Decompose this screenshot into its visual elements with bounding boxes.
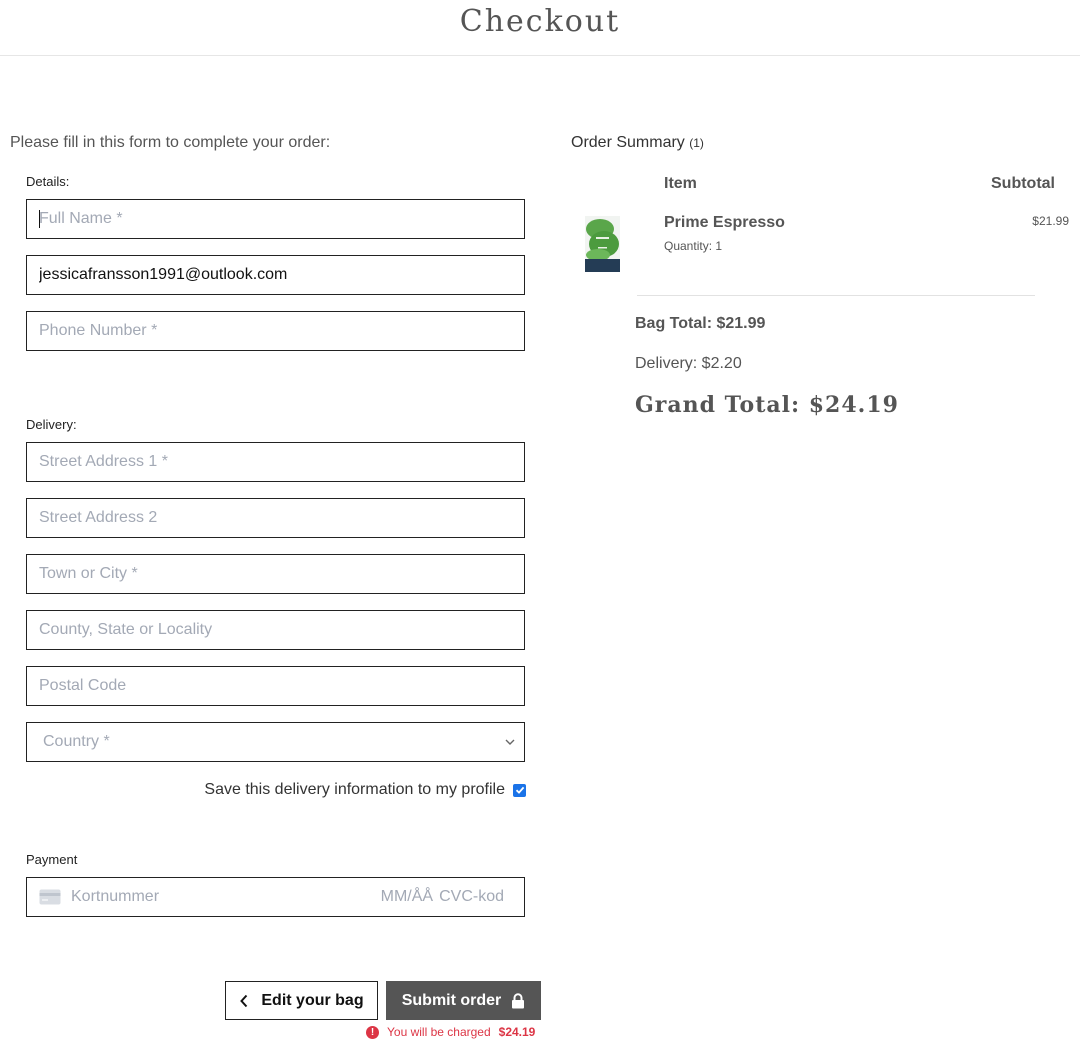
edit-bag-label: Edit your bag [261,991,364,1009]
page-title: Checkout [459,4,621,39]
card-input[interactable]: Kortnummer MM/ÅÅ CVC-kod [26,877,525,917]
save-info-label: Save this delivery information to my pro… [204,781,505,798]
chevron-left-icon [240,994,248,1007]
product-thumbnail[interactable] [585,216,620,272]
edit-bag-button[interactable]: Edit your bag [225,981,378,1020]
country-select[interactable]: Country * [26,722,525,762]
subtotal-column-header: Subtotal [991,175,1055,192]
order-summary-label: Order Summary [571,134,685,151]
lock-icon [512,992,525,1008]
county-input[interactable] [26,610,525,650]
order-summary-title: Order Summary (1) [571,134,704,152]
charge-notice: ! You will be charged $24.19 [366,1024,535,1040]
product-name: Prime Espresso [664,214,785,231]
checkmark-icon [515,786,524,794]
submit-order-label: Submit order [401,991,502,1009]
card-expiry-placeholder: MM/ÅÅ [380,888,434,905]
charge-amount: $24.19 [498,1025,536,1039]
grand-total: Grand Total: $24.19 [635,392,899,418]
street-address-1-input[interactable] [26,442,525,482]
postal-code-input[interactable] [26,666,525,706]
country-select-value: Country * [43,733,110,750]
town-city-input[interactable] [26,554,525,594]
submit-order-button[interactable]: Submit order [386,981,541,1020]
charge-text: You will be charged [387,1025,491,1039]
card-number-placeholder: Kortnummer [71,888,160,905]
details-label: Details: [26,174,70,189]
summary-divider [637,295,1035,296]
product-subtotal: $21.99 [1032,214,1069,228]
text-cursor [39,210,40,228]
card-cvc-placeholder: CVC-kod [439,888,504,905]
email-input[interactable] [26,255,525,295]
delivery-label: Delivery: [26,417,77,432]
delivery-cost: Delivery: $2.20 [635,355,742,372]
save-info-row: Save this delivery information to my pro… [200,780,526,800]
chevron-down-icon [505,739,515,745]
full-name-input[interactable] [26,199,525,239]
credit-card-icon [39,889,61,905]
form-intro: Please fill in this form to complete you… [10,134,331,151]
order-summary-count: (1) [689,136,704,150]
espresso-bag-image [585,216,620,272]
bag-total: Bag Total: $21.99 [635,315,766,332]
product-quantity: Quantity: 1 [664,239,723,253]
payment-label: Payment [26,852,78,867]
alert-icon: ! [366,1025,379,1039]
page-header: Checkout [0,0,1080,56]
street-address-2-input[interactable] [26,498,525,538]
checkout-page: Checkout Please fill in this form to com… [0,0,1080,1047]
item-column-header: Item [664,175,697,192]
phone-input[interactable] [26,311,525,351]
save-info-checkbox[interactable] [513,783,526,797]
